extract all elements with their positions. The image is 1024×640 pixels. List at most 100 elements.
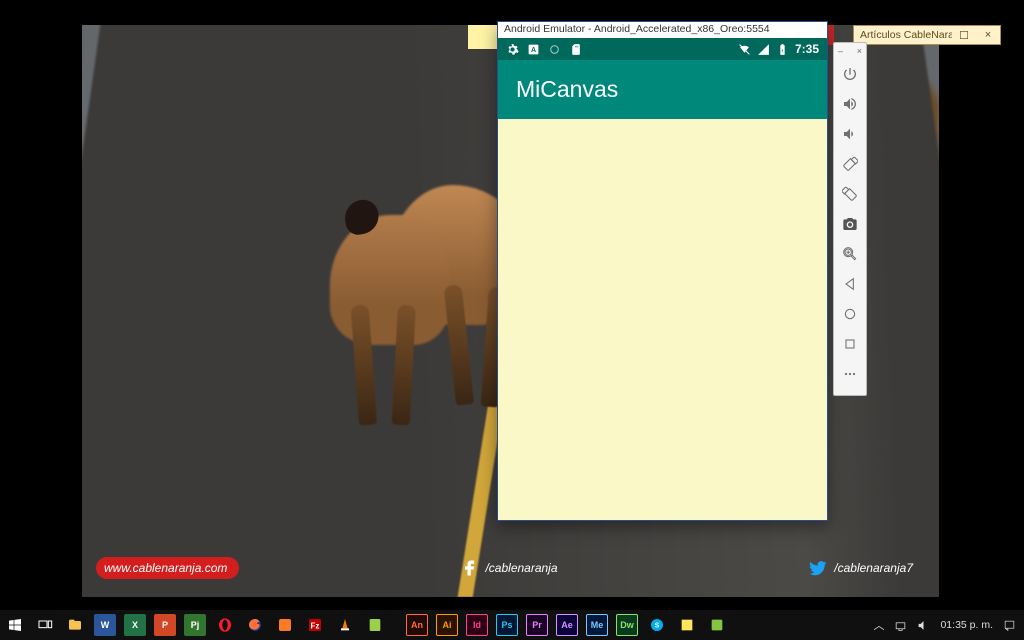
bg-window-close[interactable]: ×	[976, 29, 1000, 41]
emulator-window-title: Android Emulator - Android_Accelerated_x…	[498, 22, 827, 38]
background-window-title: Artículos CableNaranja	[854, 29, 952, 41]
more-icon	[842, 366, 858, 382]
me-icon: Me	[586, 614, 608, 636]
taskbar-firefox[interactable]	[240, 610, 270, 640]
taskbar-vlc[interactable]	[330, 610, 360, 640]
notepadpp-icon	[367, 617, 383, 633]
emu-tool-rotate-right[interactable]	[836, 179, 864, 209]
taskbar-premiere[interactable]: Pr	[522, 610, 552, 640]
emu-tool-screenshot[interactable]	[836, 209, 864, 239]
androidstudio-icon	[709, 617, 725, 633]
emulator-screen: A 7:35 MiCanvas	[498, 38, 827, 520]
taskbar-word[interactable]: W	[90, 610, 120, 640]
status-clock: 7:35	[795, 42, 819, 56]
taskbar-excel[interactable]: X	[120, 610, 150, 640]
emu-tool-power[interactable]	[836, 59, 864, 89]
taskbar-aftereffects[interactable]: Ae	[552, 610, 582, 640]
power-icon	[842, 66, 858, 82]
taskbar-opera[interactable]	[210, 610, 240, 640]
sticky-icon	[679, 617, 695, 633]
emu-tool-zoom[interactable]	[836, 239, 864, 269]
task-view-button[interactable]	[30, 610, 60, 640]
svg-text:S: S	[655, 621, 660, 630]
taskbar-stickynotes[interactable]	[672, 610, 702, 640]
battery-icon	[776, 43, 789, 56]
taskbar-skype[interactable]: S	[642, 610, 672, 640]
sticky-note[interactable]	[468, 25, 500, 49]
sd-card-icon	[569, 43, 582, 56]
system-tray: ︿ 01:35 p. m.	[865, 617, 1024, 633]
emu-tool-back[interactable]	[836, 269, 864, 299]
taskbar-notepadpp[interactable]	[360, 610, 390, 640]
emu-tool-minimize[interactable]: –	[838, 46, 843, 56]
link-twitter: /cablenaranja7	[800, 557, 925, 579]
opera-icon	[217, 617, 233, 633]
tray-chevron-up-icon[interactable]: ︿	[873, 617, 884, 633]
taskbar-dreamweaver[interactable]: Dw	[612, 610, 642, 640]
android-emulator-window[interactable]: Android Emulator - Android_Accelerated_x…	[497, 21, 828, 521]
twitter-label: /cablenaranja7	[834, 561, 913, 575]
emu-tool-more[interactable]	[836, 359, 864, 389]
letter-a-icon: A	[527, 43, 540, 56]
taskbar-xampp[interactable]	[270, 610, 300, 640]
premiere-icon: Pr	[526, 614, 548, 636]
taskbar-illustrator[interactable]: Ai	[432, 610, 462, 640]
emulator-toolbar: – ×	[833, 42, 867, 396]
tray-volume-icon[interactable]	[917, 619, 930, 632]
firefox-icon	[247, 617, 263, 633]
emu-tool-close[interactable]: ×	[857, 46, 862, 56]
emu-tool-volume-up[interactable]	[836, 89, 864, 119]
emu-tool-home[interactable]	[836, 299, 864, 329]
photoshop-icon: Ps	[496, 614, 518, 636]
wifi-off-icon	[738, 43, 751, 56]
rotate-right-icon	[842, 186, 858, 202]
svg-text:Fz: Fz	[311, 621, 320, 630]
bg-window-maximize[interactable]: ☐	[952, 29, 976, 42]
skype-icon: S	[649, 617, 665, 633]
xampp-icon	[277, 617, 293, 633]
volume-up-icon	[842, 96, 858, 112]
android-app-body[interactable]	[498, 119, 827, 520]
file-explorer-button[interactable]	[60, 610, 90, 640]
taskbar-media-encoder[interactable]: Me	[582, 610, 612, 640]
volume-down-icon	[842, 126, 858, 142]
background-window[interactable]: Artículos CableNaranja ☐ ×	[853, 25, 1001, 45]
emu-tool-rotate-left[interactable]	[836, 149, 864, 179]
windows-icon	[7, 617, 23, 633]
gear-icon	[506, 43, 519, 56]
square-overview-icon	[842, 336, 858, 352]
emu-tool-volume-down[interactable]	[836, 119, 864, 149]
taskbar-filezilla[interactable]: Fz	[300, 610, 330, 640]
zoom-icon	[842, 246, 858, 262]
website-label: www.cablenaranja.com	[104, 561, 227, 575]
ae-icon: Ae	[556, 614, 578, 636]
emu-tool-overview[interactable]	[836, 329, 864, 359]
app-title: MiCanvas	[516, 76, 618, 103]
taskbar-indesign[interactable]: Id	[462, 610, 492, 640]
taskbar-project[interactable]: Pj	[180, 610, 210, 640]
folder-icon	[67, 617, 83, 633]
windows-taskbar: W X P Pj Fz An Ai Id Ps Pr Ae Me Dw S ︿ …	[0, 610, 1024, 640]
start-button[interactable]	[0, 610, 30, 640]
task-view-icon	[37, 617, 53, 633]
circle-icon	[548, 43, 561, 56]
link-facebook: /cablenaranja	[451, 557, 569, 579]
vlc-icon	[337, 617, 353, 633]
tray-notifications-icon[interactable]	[1003, 619, 1016, 632]
tray-network-icon[interactable]	[894, 619, 907, 632]
powerpoint-icon: P	[154, 614, 176, 636]
taskbar-powerpoint[interactable]: P	[150, 610, 180, 640]
facebook-icon	[459, 558, 479, 578]
taskbar-photoshop[interactable]: Ps	[492, 610, 522, 640]
tray-clock[interactable]: 01:35 p. m.	[940, 619, 993, 631]
camera-icon	[842, 216, 858, 232]
excel-icon: X	[124, 614, 146, 636]
project-icon: Pj	[184, 614, 206, 636]
taskbar-animate[interactable]: An	[402, 610, 432, 640]
circle-home-icon	[842, 306, 858, 322]
android-status-bar: A 7:35	[498, 38, 827, 60]
filezilla-icon: Fz	[307, 617, 323, 633]
taskbar-androidstudio[interactable]	[702, 610, 732, 640]
android-app-bar: MiCanvas	[498, 60, 827, 119]
facebook-label: /cablenaranja	[485, 561, 557, 575]
